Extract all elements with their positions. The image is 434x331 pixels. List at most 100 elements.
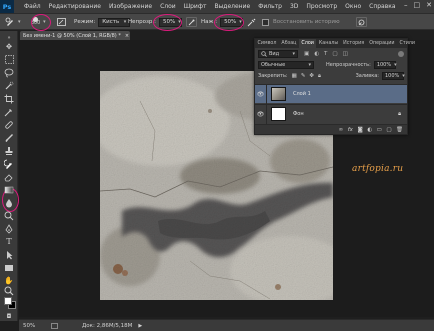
pen-tool-icon[interactable]	[3, 223, 15, 234]
lock-icon: 🔒︎	[398, 110, 401, 117]
menu-type[interactable]: Шрифт	[180, 3, 211, 10]
filter-toggle-icon[interactable]	[398, 51, 404, 57]
flow-value: 50%	[224, 19, 237, 25]
search-icon	[261, 51, 267, 57]
filter-shape-icon[interactable]: ▢	[332, 51, 337, 57]
healing-tool-icon[interactable]	[3, 119, 15, 130]
brush-panel-toggle[interactable]	[56, 17, 67, 27]
chevron-down-icon: ▾	[18, 19, 21, 25]
chevron-down-icon: ▾	[308, 62, 311, 68]
eye-icon[interactable]: 👁︎	[255, 84, 267, 104]
tab-styles[interactable]: Стили	[397, 39, 417, 48]
gradient-tool-icon[interactable]	[3, 184, 15, 195]
menu-layers[interactable]: Слои	[156, 3, 180, 10]
eye-icon[interactable]: 👁︎	[255, 104, 267, 124]
brush-tool-icon[interactable]	[3, 132, 15, 143]
lock-transparency-icon[interactable]: ▦	[292, 73, 297, 80]
menu-filter[interactable]: Фильтр	[254, 3, 286, 10]
menu-select[interactable]: Выделение	[210, 3, 254, 10]
flow-input[interactable]: 50% ▾	[220, 17, 244, 27]
path-select-tool-icon[interactable]	[3, 249, 15, 260]
folder-icon[interactable]: ▭	[377, 127, 382, 133]
zoom-level[interactable]: 50%	[23, 323, 51, 329]
history-brush-tool-icon[interactable]	[3, 158, 15, 169]
filter-type-icon[interactable]: T	[324, 51, 327, 57]
chevron-down-icon: ▾	[43, 19, 46, 25]
new-layer-icon[interactable]: ▢	[386, 127, 391, 133]
filter-pixel-icon[interactable]: ▣	[304, 51, 309, 57]
type-tool-icon[interactable]: T	[3, 236, 15, 247]
layer-row-layer1[interactable]: 👁︎ Слой 1	[255, 84, 407, 104]
quick-mask-icon[interactable]: ◘	[3, 311, 15, 322]
layer-row-background[interactable]: 👁︎ Фон 🔒︎	[255, 104, 407, 124]
mode-select[interactable]: Кисть ▾	[98, 17, 131, 27]
brush-size-value: 300	[31, 21, 41, 27]
maximize-button[interactable]: □	[414, 1, 421, 9]
menu-3d[interactable]: 3D	[286, 3, 302, 10]
brush-panel-icon	[56, 17, 67, 28]
layer-thumbnail	[271, 87, 286, 101]
shape-tool-icon[interactable]	[3, 262, 15, 273]
close-button[interactable]: ✕	[426, 1, 432, 9]
chevron-down-icon: ▾	[292, 51, 295, 57]
lock-icons: ▦ ✎ ✥ 🔒︎	[292, 73, 321, 80]
menu-window[interactable]: Окно	[341, 3, 365, 10]
document-close-icon[interactable]: ×	[125, 33, 129, 39]
fill-input[interactable]: 100% ▾	[382, 72, 405, 80]
filter-smart-icon[interactable]: ◫	[343, 51, 348, 57]
menu-edit[interactable]: Редактирование	[45, 3, 105, 10]
brush-size-picker[interactable]: 300 ▾	[31, 17, 46, 27]
marquee-tool-icon[interactable]	[3, 54, 15, 65]
menu-view[interactable]: Просмотр	[302, 3, 341, 10]
airbrush-icon[interactable]	[246, 17, 257, 28]
tool-preset-picker[interactable]: ▾	[4, 17, 21, 27]
tab-actions[interactable]: Операции	[367, 39, 397, 48]
tab-history[interactable]: История	[341, 39, 367, 48]
tab-character[interactable]: Символ	[255, 39, 279, 48]
lock-position-icon[interactable]: ✥	[309, 73, 314, 80]
minimize-button[interactable]: –	[404, 1, 408, 9]
lasso-tool-icon[interactable]	[3, 67, 15, 78]
layer-filter-select[interactable]: Вид ▾	[258, 50, 298, 58]
quick-select-tool-icon[interactable]	[3, 80, 15, 91]
link-icon[interactable]: ∞	[339, 127, 344, 133]
chevron-down-icon: ▾	[239, 19, 242, 25]
mask-icon[interactable]: ◙	[357, 127, 362, 133]
menu-image[interactable]: Изображение	[105, 3, 156, 10]
pressure-opacity-button[interactable]	[186, 17, 197, 27]
crop-tool-icon[interactable]	[3, 93, 15, 104]
opacity-input[interactable]: 50% ▾	[159, 17, 182, 27]
trash-icon[interactable]: 🗑︎	[396, 127, 403, 133]
move-tool-icon[interactable]: ✥	[3, 41, 15, 52]
menu-help[interactable]: Справка	[365, 3, 399, 10]
toolbox: » ✥ T ✋ ◘	[0, 31, 19, 322]
chevron-down-icon: ▾	[178, 19, 181, 25]
dodge-tool-icon[interactable]	[3, 210, 15, 221]
layer-opacity-label: Непрозрачность:	[326, 62, 371, 68]
lock-pixels-icon[interactable]: ✎	[301, 73, 306, 80]
menu-file[interactable]: Файл	[20, 3, 45, 10]
status-bar: 50% Док: 2,86М/5,18М ▶	[19, 319, 434, 331]
lock-all-icon[interactable]: 🔒︎	[318, 73, 321, 80]
tab-channels[interactable]: Каналы	[316, 39, 340, 48]
eyedropper-tool-icon[interactable]	[3, 106, 15, 117]
adjustment-icon[interactable]: ◐	[367, 127, 372, 133]
blur-tool-icon[interactable]	[3, 197, 15, 208]
zoom-tool-icon[interactable]	[3, 285, 15, 296]
status-menu-arrow-icon[interactable]: ▶	[138, 323, 142, 329]
foreground-color-swatch[interactable]	[4, 297, 12, 305]
flow-label: Наж.:	[201, 19, 218, 25]
fx-icon[interactable]: fx	[348, 127, 353, 133]
restore-history-checkbox[interactable]	[262, 18, 269, 26]
layer-opacity-input[interactable]: 100% ▾	[373, 61, 397, 69]
blend-mode-select[interactable]: Обычные ▾	[258, 61, 314, 69]
pressure-size-button[interactable]	[356, 17, 367, 27]
document-tab[interactable]: Без имени-1 @ 50% (Слой 1, RGB/8) * ×	[20, 31, 130, 40]
watermark-text: artfopia.ru	[352, 164, 404, 174]
tab-layers[interactable]: Слои	[298, 39, 317, 48]
filter-adjustment-icon[interactable]: ◐	[314, 51, 319, 57]
share-icon[interactable]	[51, 322, 58, 329]
tab-paragraph[interactable]: Абзац	[279, 39, 299, 48]
clone-stamp-tool-icon[interactable]	[3, 145, 15, 156]
eraser-tool-icon[interactable]	[3, 171, 15, 182]
